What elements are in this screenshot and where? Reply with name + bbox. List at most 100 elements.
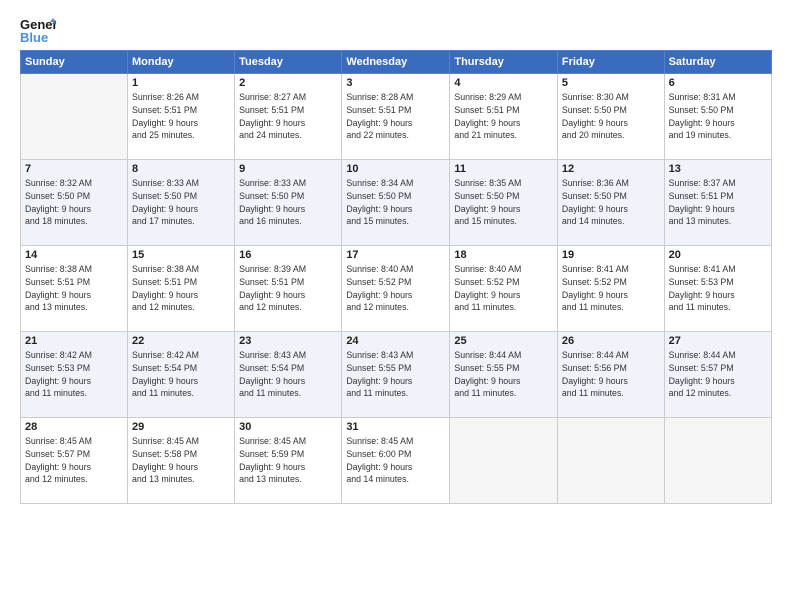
day-number: 19 bbox=[562, 249, 660, 261]
calendar-cell: 29 Sunrise: 8:45 AMSunset: 5:58 PMDayligh… bbox=[128, 418, 235, 504]
day-number: 20 bbox=[669, 249, 767, 261]
calendar-header-row: SundayMondayTuesdayWednesdayThursdayFrid… bbox=[21, 51, 772, 74]
calendar-cell bbox=[450, 418, 557, 504]
calendar-cell: 20 Sunrise: 8:41 AMSunset: 5:53 PMDayligh… bbox=[664, 246, 771, 332]
day-number: 2 bbox=[239, 77, 337, 89]
page: General Blue SundayMondayTuesdayWednesda… bbox=[0, 0, 792, 612]
day-info: Sunrise: 8:45 AMSunset: 5:59 PMDaylight:… bbox=[239, 435, 337, 486]
calendar-week-row: 14 Sunrise: 8:38 AMSunset: 5:51 PMDayligh… bbox=[21, 246, 772, 332]
logo-icon: General Blue bbox=[20, 16, 56, 44]
day-info: Sunrise: 8:41 AMSunset: 5:52 PMDaylight:… bbox=[562, 263, 660, 314]
day-info: Sunrise: 8:45 AMSunset: 5:57 PMDaylight:… bbox=[25, 435, 123, 486]
calendar-cell: 18Sunrise: 8:40 AMSunset: 5:52 PMDayligh… bbox=[450, 246, 557, 332]
calendar-cell: 30 Sunrise: 8:45 AMSunset: 5:59 PMDayligh… bbox=[235, 418, 342, 504]
day-number: 25 bbox=[454, 335, 552, 347]
day-info: Sunrise: 8:44 AMSunset: 5:55 PMDaylight:… bbox=[454, 349, 552, 400]
day-info: Sunrise: 8:33 AMSunset: 5:50 PMDaylight:… bbox=[239, 177, 337, 228]
day-info: Sunrise: 8:43 AMSunset: 5:55 PMDaylight:… bbox=[346, 349, 445, 400]
day-number: 30 bbox=[239, 421, 337, 433]
day-info: Sunrise: 8:42 AMSunset: 5:53 PMDaylight:… bbox=[25, 349, 123, 400]
day-number: 6 bbox=[669, 77, 767, 89]
day-info: Sunrise: 8:33 AMSunset: 5:50 PMDaylight:… bbox=[132, 177, 230, 228]
calendar-cell: 14 Sunrise: 8:38 AMSunset: 5:51 PMDayligh… bbox=[21, 246, 128, 332]
day-number: 12 bbox=[562, 163, 660, 175]
day-info: Sunrise: 8:38 AMSunset: 5:51 PMDaylight:… bbox=[25, 263, 123, 314]
calendar-cell: 2 Sunrise: 8:27 AMSunset: 5:51 PMDaylight… bbox=[235, 74, 342, 160]
weekday-header-tuesday: Tuesday bbox=[235, 51, 342, 74]
day-info: Sunrise: 8:32 AMSunset: 5:50 PMDaylight:… bbox=[25, 177, 123, 228]
weekday-header-wednesday: Wednesday bbox=[342, 51, 450, 74]
calendar-cell: 16 Sunrise: 8:39 AMSunset: 5:51 PMDayligh… bbox=[235, 246, 342, 332]
calendar-cell: 25 Sunrise: 8:44 AMSunset: 5:55 PMDayligh… bbox=[450, 332, 557, 418]
svg-text:Blue: Blue bbox=[20, 30, 48, 44]
day-number: 14 bbox=[25, 249, 123, 261]
day-number: 31 bbox=[346, 421, 445, 433]
day-number: 8 bbox=[132, 163, 230, 175]
day-info: Sunrise: 8:34 AMSunset: 5:50 PMDaylight:… bbox=[346, 177, 445, 228]
day-number: 15 bbox=[132, 249, 230, 261]
day-number: 4 bbox=[454, 77, 552, 89]
day-number: 29 bbox=[132, 421, 230, 433]
day-info: Sunrise: 8:45 AMSunset: 5:58 PMDaylight:… bbox=[132, 435, 230, 486]
day-number: 1 bbox=[132, 77, 230, 89]
calendar-cell bbox=[21, 74, 128, 160]
day-info: Sunrise: 8:40 AMSunset: 5:52 PMDaylight:… bbox=[346, 263, 445, 314]
day-number: 7 bbox=[25, 163, 123, 175]
day-info: Sunrise: 8:41 AMSunset: 5:53 PMDaylight:… bbox=[669, 263, 767, 314]
day-number: 5 bbox=[562, 77, 660, 89]
calendar-cell: 24Sunrise: 8:43 AMSunset: 5:55 PMDayligh… bbox=[342, 332, 450, 418]
day-info: Sunrise: 8:38 AMSunset: 5:51 PMDaylight:… bbox=[132, 263, 230, 314]
calendar-cell: 8 Sunrise: 8:33 AMSunset: 5:50 PMDaylight… bbox=[128, 160, 235, 246]
day-info: Sunrise: 8:45 AMSunset: 6:00 PMDaylight:… bbox=[346, 435, 445, 486]
calendar-cell: 27 Sunrise: 8:44 AMSunset: 5:57 PMDayligh… bbox=[664, 332, 771, 418]
day-info: Sunrise: 8:26 AMSunset: 5:51 PMDaylight:… bbox=[132, 91, 230, 142]
calendar-cell: 19 Sunrise: 8:41 AMSunset: 5:52 PMDayligh… bbox=[557, 246, 664, 332]
calendar-cell: 15 Sunrise: 8:38 AMSunset: 5:51 PMDayligh… bbox=[128, 246, 235, 332]
weekday-header-friday: Friday bbox=[557, 51, 664, 74]
day-number: 16 bbox=[239, 249, 337, 261]
calendar-week-row: 21Sunrise: 8:42 AMSunset: 5:53 PMDayligh… bbox=[21, 332, 772, 418]
day-info: Sunrise: 8:35 AMSunset: 5:50 PMDaylight:… bbox=[454, 177, 552, 228]
header: General Blue bbox=[20, 16, 772, 44]
calendar-week-row: 7 Sunrise: 8:32 AMSunset: 5:50 PMDaylight… bbox=[21, 160, 772, 246]
calendar-cell: 5 Sunrise: 8:30 AMSunset: 5:50 PMDaylight… bbox=[557, 74, 664, 160]
day-info: Sunrise: 8:39 AMSunset: 5:51 PMDaylight:… bbox=[239, 263, 337, 314]
calendar-cell: 12Sunrise: 8:36 AMSunset: 5:50 PMDayligh… bbox=[557, 160, 664, 246]
calendar-cell: 4 Sunrise: 8:29 AMSunset: 5:51 PMDaylight… bbox=[450, 74, 557, 160]
day-info: Sunrise: 8:37 AMSunset: 5:51 PMDaylight:… bbox=[669, 177, 767, 228]
day-number: 9 bbox=[239, 163, 337, 175]
weekday-header-thursday: Thursday bbox=[450, 51, 557, 74]
calendar-cell: 6 Sunrise: 8:31 AMSunset: 5:50 PMDaylight… bbox=[664, 74, 771, 160]
day-info: Sunrise: 8:30 AMSunset: 5:50 PMDaylight:… bbox=[562, 91, 660, 142]
calendar-week-row: 28Sunrise: 8:45 AMSunset: 5:57 PMDayligh… bbox=[21, 418, 772, 504]
calendar-cell bbox=[664, 418, 771, 504]
day-info: Sunrise: 8:31 AMSunset: 5:50 PMDaylight:… bbox=[669, 91, 767, 142]
day-number: 17 bbox=[346, 249, 445, 261]
day-number: 11 bbox=[454, 163, 552, 175]
day-number: 27 bbox=[669, 335, 767, 347]
day-info: Sunrise: 8:27 AMSunset: 5:51 PMDaylight:… bbox=[239, 91, 337, 142]
logo: General Blue bbox=[20, 16, 56, 44]
calendar-table: SundayMondayTuesdayWednesdayThursdayFrid… bbox=[20, 50, 772, 504]
day-number: 13 bbox=[669, 163, 767, 175]
calendar-cell: 1 Sunrise: 8:26 AMSunset: 5:51 PMDaylight… bbox=[128, 74, 235, 160]
day-info: Sunrise: 8:40 AMSunset: 5:52 PMDaylight:… bbox=[454, 263, 552, 314]
calendar-cell: 21Sunrise: 8:42 AMSunset: 5:53 PMDayligh… bbox=[21, 332, 128, 418]
calendar-cell: 10Sunrise: 8:34 AMSunset: 5:50 PMDayligh… bbox=[342, 160, 450, 246]
calendar-cell: 31 Sunrise: 8:45 AMSunset: 6:00 PMDayligh… bbox=[342, 418, 450, 504]
day-number: 22 bbox=[132, 335, 230, 347]
day-info: Sunrise: 8:43 AMSunset: 5:54 PMDaylight:… bbox=[239, 349, 337, 400]
weekday-header-sunday: Sunday bbox=[21, 51, 128, 74]
calendar-cell: 13 Sunrise: 8:37 AMSunset: 5:51 PMDayligh… bbox=[664, 160, 771, 246]
calendar-cell: 23Sunrise: 8:43 AMSunset: 5:54 PMDayligh… bbox=[235, 332, 342, 418]
day-info: Sunrise: 8:44 AMSunset: 5:57 PMDaylight:… bbox=[669, 349, 767, 400]
calendar-cell bbox=[557, 418, 664, 504]
calendar-cell: 3 Sunrise: 8:28 AMSunset: 5:51 PMDaylight… bbox=[342, 74, 450, 160]
day-info: Sunrise: 8:29 AMSunset: 5:51 PMDaylight:… bbox=[454, 91, 552, 142]
weekday-header-monday: Monday bbox=[128, 51, 235, 74]
calendar-cell: 7 Sunrise: 8:32 AMSunset: 5:50 PMDaylight… bbox=[21, 160, 128, 246]
calendar-cell: 28Sunrise: 8:45 AMSunset: 5:57 PMDayligh… bbox=[21, 418, 128, 504]
day-info: Sunrise: 8:28 AMSunset: 5:51 PMDaylight:… bbox=[346, 91, 445, 142]
day-info: Sunrise: 8:44 AMSunset: 5:56 PMDaylight:… bbox=[562, 349, 660, 400]
day-number: 3 bbox=[346, 77, 445, 89]
